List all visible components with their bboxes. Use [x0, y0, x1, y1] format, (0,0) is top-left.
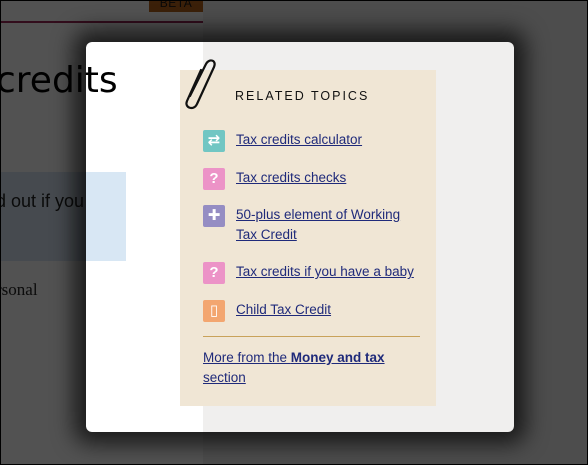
topic-label: Tax credits calculator [236, 132, 363, 147]
topic-label: Child Tax Credit [236, 302, 332, 317]
question-icon: ? [203, 262, 225, 284]
paperclip-icon [185, 59, 216, 110]
more-link-section-name: Money and tax [290, 350, 385, 365]
more-link-suffix: section [203, 370, 246, 385]
panel-divider [203, 336, 420, 337]
beta-badge: BETA [149, 0, 203, 12]
more-money-and-tax-link[interactable]: More from the Money and tax section [203, 348, 421, 388]
topic-link-tax-credits-checks[interactable]: ? Tax credits checks [203, 168, 346, 190]
topic-label: Tax credits if you have a baby [236, 264, 414, 279]
related-topics-panel: RELATED TOPICS ⇄ Tax credits calculator … [180, 59, 436, 406]
page-heading: credits [0, 60, 118, 101]
info-box: d out if you [0, 172, 126, 261]
topic-link-tax-credits-baby[interactable]: ? Tax credits if you have a baby [203, 262, 414, 284]
info-box-text: d out if you [0, 191, 85, 211]
header-rule [0, 21, 203, 23]
body-text: rsonal [0, 280, 38, 299]
topic-label: Tax credits checks [236, 170, 347, 185]
topic-link-50-plus-element[interactable]: ✚ 50-plus element of Working Tax Credit [203, 205, 416, 245]
topic-link-tax-credits-calculator[interactable]: ⇄ Tax credits calculator [203, 130, 362, 152]
arrows-exchange-icon: ⇄ [203, 130, 225, 152]
related-topics-title: RELATED TOPICS [235, 89, 370, 103]
document-icon: ▯ [203, 300, 225, 322]
plus-icon: ✚ [203, 205, 225, 227]
topic-link-child-tax-credit[interactable]: ▯ Child Tax Credit [203, 300, 331, 322]
more-link-prefix: More from the [203, 350, 291, 365]
question-icon: ? [203, 168, 225, 190]
topic-label: 50-plus element of Working Tax Credit [236, 207, 401, 242]
